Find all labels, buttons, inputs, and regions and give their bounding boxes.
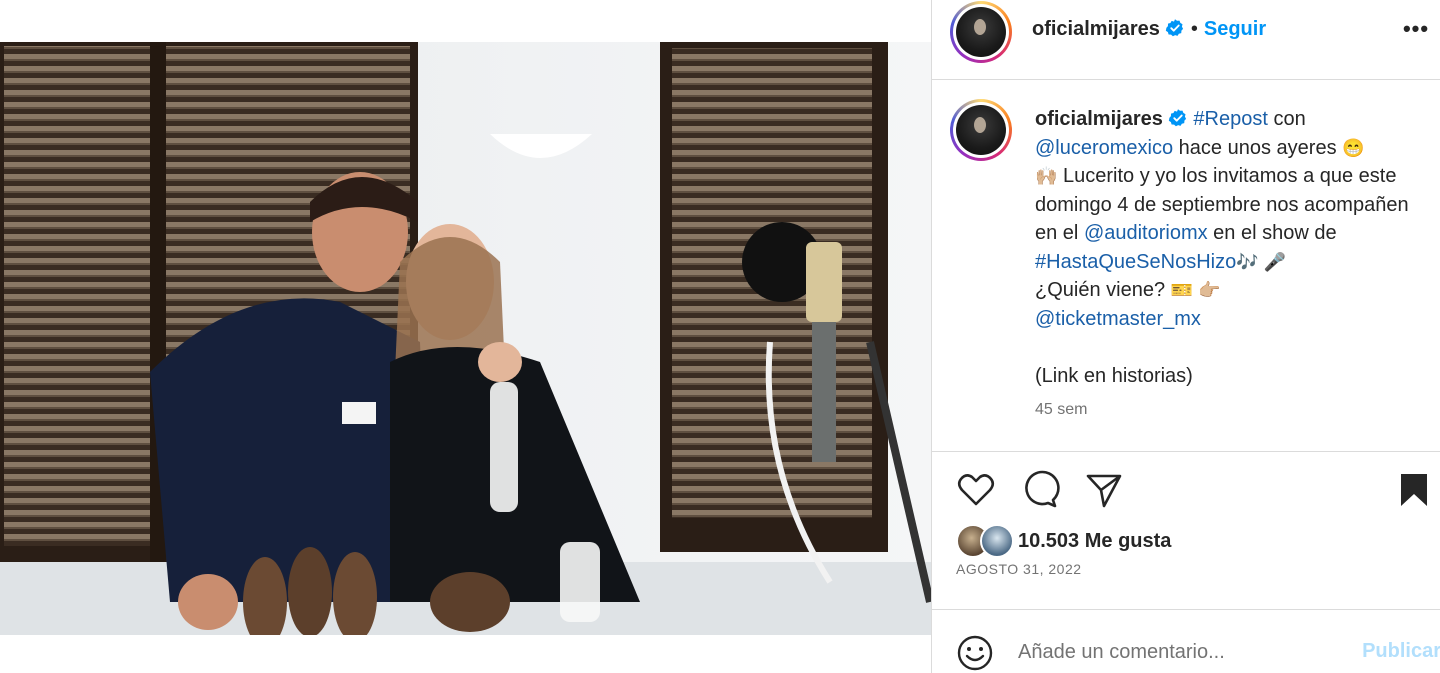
- publish-button[interactable]: Publicar: [1362, 640, 1440, 663]
- caption-text: oficialmijares #Repost con @luceromexico…: [1035, 105, 1425, 390]
- photo-panel: [0, 0, 931, 673]
- mention-ticketmaster[interactable]: @ticketmaster_mx: [1035, 308, 1201, 330]
- caption-fragment: (Link en historias): [1035, 364, 1193, 387]
- more-options-icon[interactable]: •••: [1401, 18, 1431, 46]
- post-time-ago[interactable]: 45 sem: [1035, 401, 1087, 419]
- heart-icon[interactable]: [956, 470, 996, 510]
- verified-badge-icon: [1168, 109, 1186, 127]
- post-photo[interactable]: [0, 42, 931, 635]
- smiley-icon[interactable]: [956, 634, 994, 672]
- comment-icon[interactable]: [1020, 470, 1060, 510]
- header-author-line: oficialmijares • Seguir: [1032, 18, 1266, 41]
- post-sidebar: oficialmijares • Seguir ••• oficialmijares…: [931, 0, 1440, 673]
- liker-avatar[interactable]: [980, 524, 1014, 558]
- bookmark-icon[interactable]: [1394, 470, 1434, 510]
- caption-fragment: con: [1267, 108, 1306, 130]
- caption-author-avatar[interactable]: [950, 99, 1012, 161]
- post-header: oficialmijares • Seguir •••: [932, 0, 1440, 80]
- mention-luceromexico[interactable]: @luceromexico: [1035, 137, 1173, 159]
- header-username[interactable]: oficialmijares: [1032, 18, 1160, 40]
- mention-auditoriomx[interactable]: @auditoriomx: [1084, 222, 1208, 244]
- follow-button[interactable]: Seguir: [1204, 18, 1266, 40]
- caption-fragment: hace unos ayeres: [1173, 136, 1343, 159]
- caption-fragment: ¿Quién viene?: [1035, 279, 1171, 301]
- verified-badge-icon: [1165, 19, 1183, 37]
- post-date: AGOSTO 31, 2022: [956, 561, 1082, 577]
- comment-bar: Publicar: [932, 609, 1440, 673]
- hashtag-hastaquesenoshizo[interactable]: #HastaQueSeNosHizo: [1035, 251, 1236, 273]
- caption-username[interactable]: oficialmijares: [1035, 108, 1163, 130]
- author-avatar[interactable]: [950, 1, 1012, 63]
- comment-input[interactable]: [1018, 636, 1338, 668]
- hashtag-repost[interactable]: #Repost: [1193, 108, 1268, 130]
- music-mic-emoji-icon: 🎶 🎤: [1236, 251, 1287, 272]
- likes-count[interactable]: 10.503 Me gusta: [1018, 530, 1171, 553]
- grin-emoji-icon: 😁: [1342, 137, 1365, 158]
- action-bar: [932, 470, 1440, 520]
- caption-area: oficialmijares #Repost con @luceromexico…: [932, 81, 1440, 452]
- send-icon[interactable]: [1084, 470, 1124, 510]
- separator-dot: •: [1190, 18, 1198, 40]
- post-photo-illustration: [0, 42, 931, 635]
- raised-hands-emoji-icon: 🙌🏼: [1035, 166, 1058, 186]
- caption-fragment: en el show de: [1207, 222, 1337, 244]
- ticket-pointing-emoji-icon: 🎫 👉🏼: [1170, 280, 1221, 300]
